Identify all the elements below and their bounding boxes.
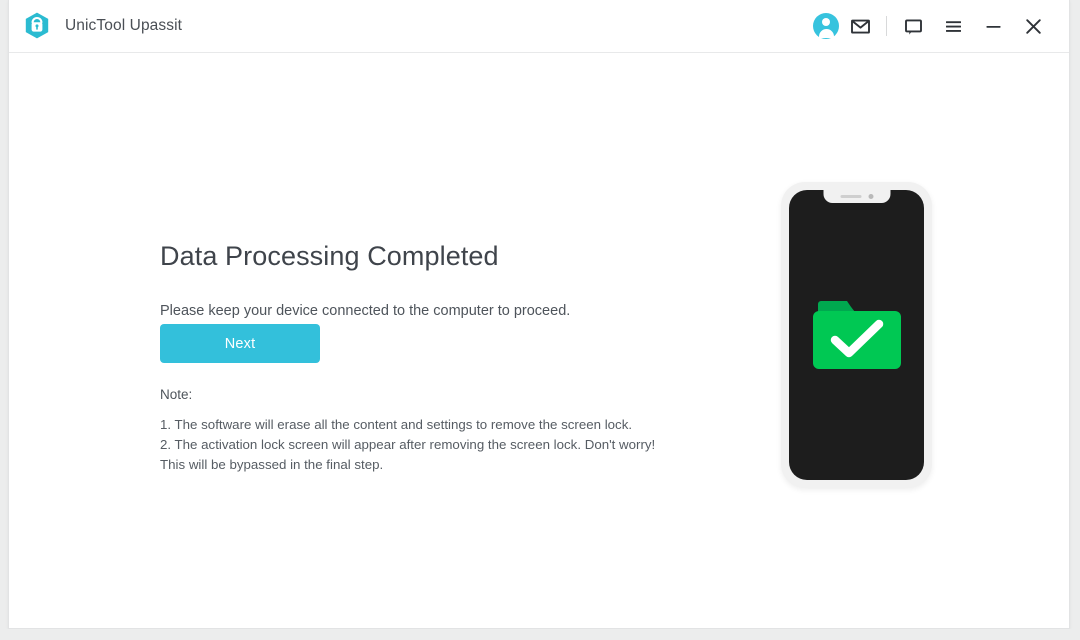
account-avatar-icon[interactable] bbox=[809, 9, 843, 43]
title-bar: UnicTool Upassit bbox=[9, 0, 1069, 53]
note-item-2: 2. The activation lock screen will appea… bbox=[160, 437, 656, 472]
page-title: Data Processing Completed bbox=[160, 241, 499, 271]
app-title: UnicTool Upassit bbox=[65, 17, 183, 34]
feedback-icon[interactable] bbox=[896, 9, 930, 43]
shield-lock-icon bbox=[22, 11, 52, 41]
page-subtitle: Please keep your device connected to the… bbox=[160, 303, 571, 319]
note-heading: Note: bbox=[160, 387, 193, 402]
close-icon[interactable] bbox=[1016, 9, 1050, 43]
phone-screen bbox=[789, 190, 924, 480]
titlebar-divider bbox=[886, 16, 887, 36]
note-list: 1. The software will erase all the conte… bbox=[160, 415, 660, 475]
content-area: Data Processing Completed Please keep yo… bbox=[9, 53, 1069, 628]
menu-icon[interactable] bbox=[936, 9, 970, 43]
folder-check-icon bbox=[809, 296, 905, 374]
application-window: UnicTool Upassit Data Processing Complet… bbox=[8, 0, 1070, 629]
phone-notch bbox=[823, 190, 890, 203]
brand: UnicTool Upassit bbox=[22, 11, 182, 41]
phone-illustration bbox=[781, 182, 932, 488]
titlebar-controls bbox=[809, 9, 1050, 43]
minimize-icon[interactable] bbox=[976, 9, 1010, 43]
earpiece-speaker-icon bbox=[840, 194, 861, 199]
mail-icon[interactable] bbox=[843, 9, 877, 43]
window-outer-background bbox=[0, 629, 1080, 640]
next-button[interactable]: Next bbox=[160, 324, 320, 363]
front-camera-icon bbox=[868, 194, 873, 199]
note-item-1: 1. The software will erase all the conte… bbox=[160, 417, 633, 432]
